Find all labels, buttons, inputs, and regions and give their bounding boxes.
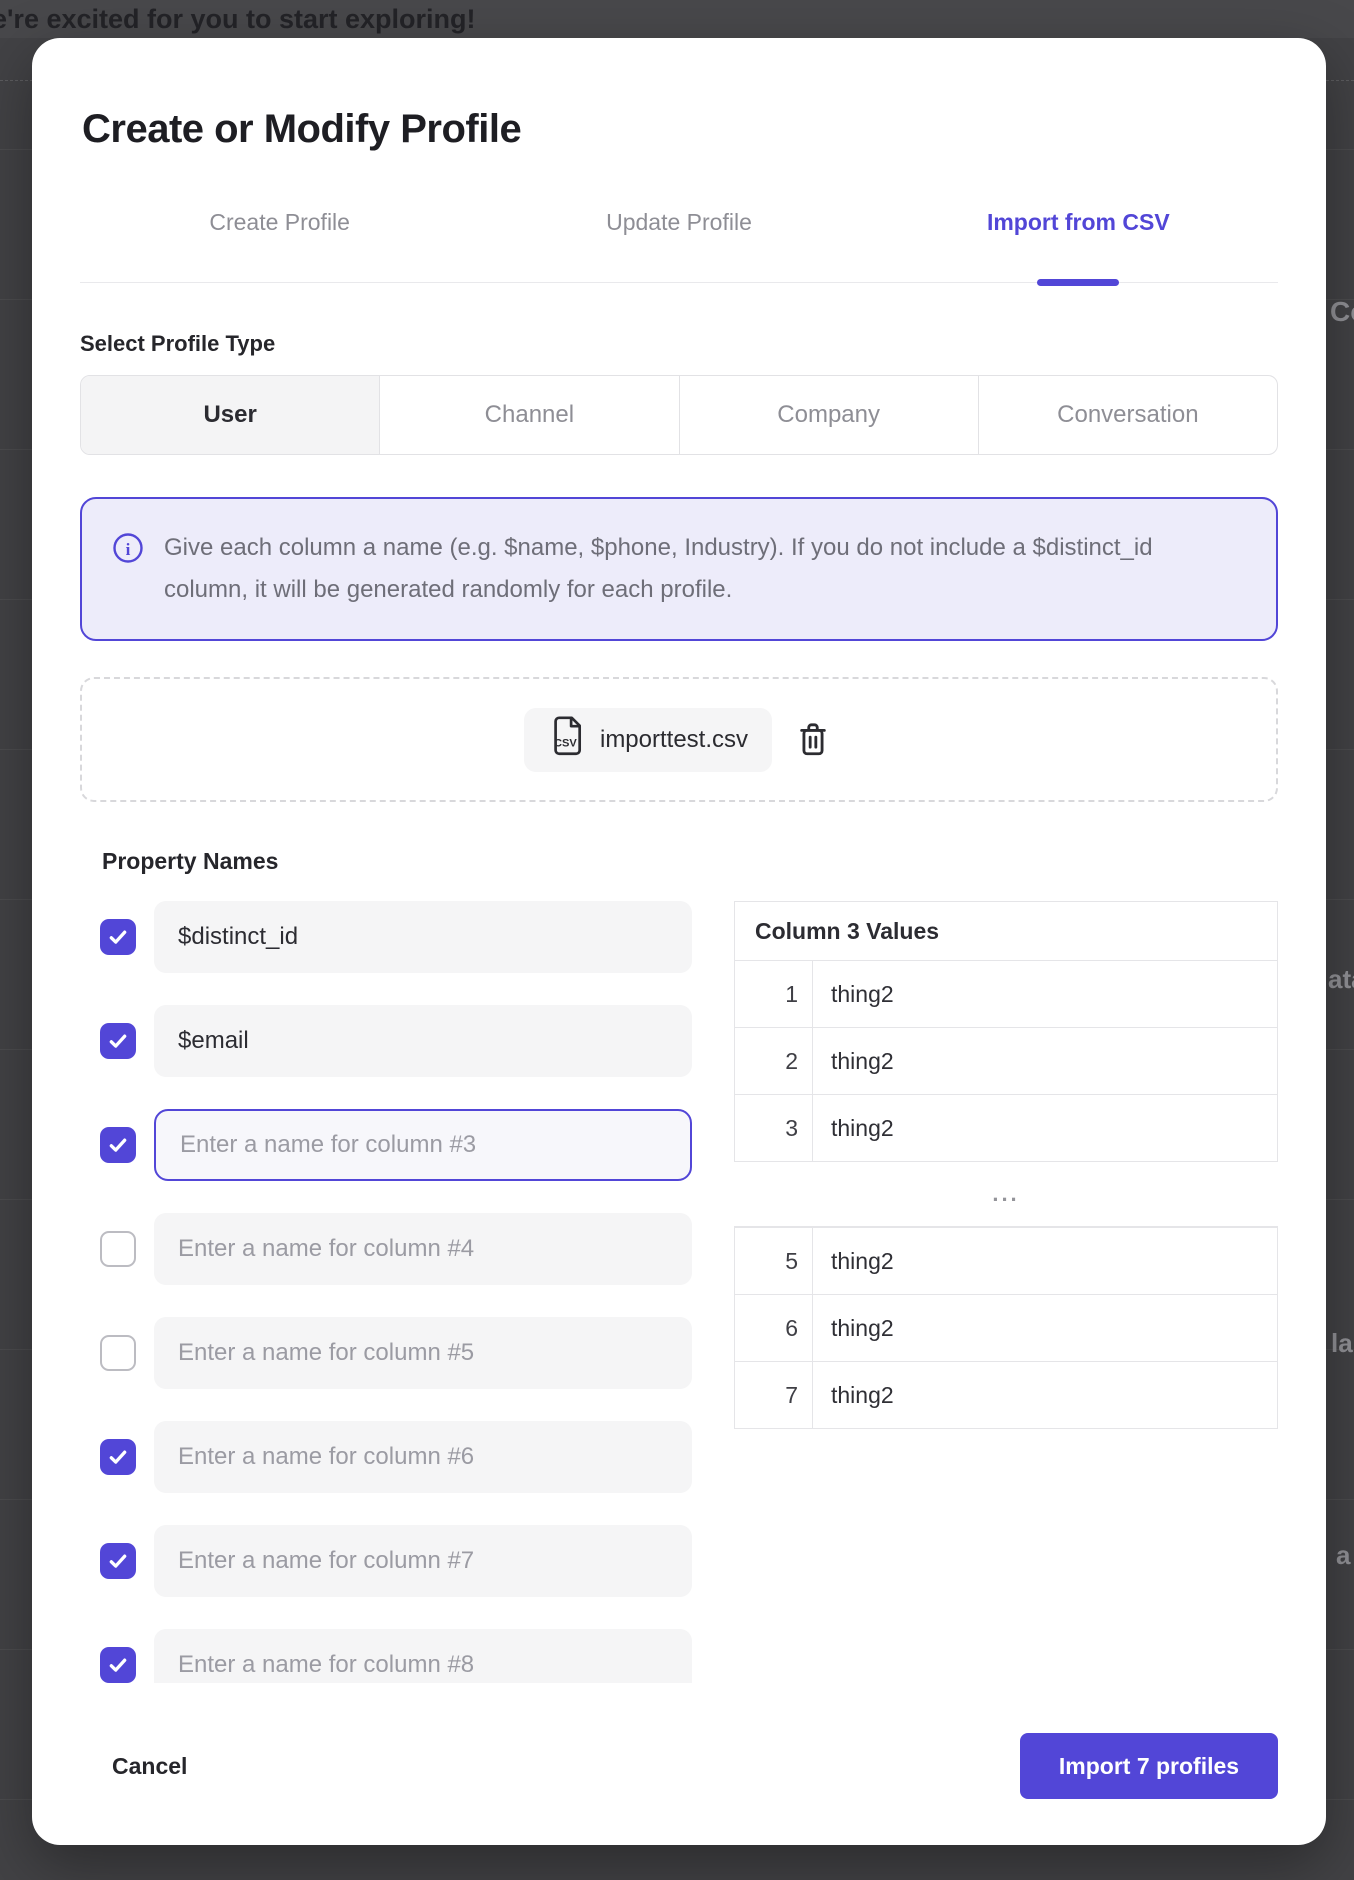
file-dropzone[interactable]: CSV importtest.csv	[80, 677, 1278, 802]
column-checkbox-5[interactable]	[100, 1335, 136, 1371]
trash-icon	[796, 747, 830, 762]
column-name-input-3[interactable]	[154, 1109, 692, 1181]
background-page-text: e're excited for you to start exploring!	[0, 4, 476, 35]
property-row-2	[100, 1005, 692, 1077]
tab-create-profile[interactable]: Create Profile	[80, 206, 479, 282]
row-value: thing2	[813, 1095, 894, 1161]
column-name-input-7[interactable]	[154, 1525, 692, 1597]
svg-text:CSV: CSV	[554, 737, 577, 749]
column-checkbox-4[interactable]	[100, 1231, 136, 1267]
column-checkbox-3[interactable]	[100, 1127, 136, 1163]
column-values-panel: Column 3 Values 1thing22thing23thing2 ..…	[734, 901, 1278, 1683]
property-names-heading: Property Names	[102, 848, 1278, 875]
background-text-fragment: a	[1336, 1540, 1350, 1571]
property-row-3	[100, 1109, 692, 1181]
column-values-table-bottom: 5thing26thing27thing2	[734, 1226, 1278, 1429]
property-row-4	[100, 1213, 692, 1285]
column-name-input-2[interactable]	[154, 1005, 692, 1077]
column-values-table-top: Column 3 Values 1thing22thing23thing2	[734, 901, 1278, 1162]
modal-footer: Cancel Import 7 profiles	[106, 1733, 1278, 1799]
row-number: 2	[735, 1028, 813, 1094]
profile-type-label: Select Profile Type	[80, 331, 1278, 357]
column-checkbox-8[interactable]	[100, 1647, 136, 1683]
profile-type-option-company[interactable]: Company	[679, 376, 978, 454]
tab-update-profile[interactable]: Update Profile	[479, 206, 878, 282]
create-or-modify-profile-modal: Create or Modify Profile Create Profile …	[32, 38, 1326, 1845]
value-row: 1thing2	[735, 960, 1277, 1027]
tab-import-from-csv[interactable]: Import from CSV	[879, 206, 1278, 282]
info-banner-text: Give each column a name (e.g. $name, $ph…	[164, 527, 1154, 611]
profile-type-option-channel[interactable]: Channel	[379, 376, 678, 454]
uploaded-file-chip: CSV importtest.csv	[524, 708, 772, 772]
profile-type-option-conversation[interactable]: Conversation	[978, 376, 1277, 454]
property-row-1	[100, 901, 692, 973]
profile-type-selector: User Channel Company Conversation	[80, 375, 1278, 455]
tab-label: Import from CSV	[987, 209, 1170, 235]
value-row: 6thing2	[735, 1294, 1277, 1361]
info-banner: i Give each column a name (e.g. $name, $…	[80, 497, 1278, 641]
import-profiles-button[interactable]: Import 7 profiles	[1020, 1733, 1278, 1799]
value-row: 7thing2	[735, 1361, 1277, 1428]
property-row-7	[100, 1525, 692, 1597]
property-name-list	[80, 901, 692, 1683]
property-row-6	[100, 1421, 692, 1493]
property-row-8	[100, 1629, 692, 1683]
row-value: thing2	[813, 1228, 894, 1294]
column-checkbox-2[interactable]	[100, 1023, 136, 1059]
active-tab-indicator	[1037, 279, 1119, 286]
row-number: 3	[735, 1095, 813, 1161]
uploaded-file-name: importtest.csv	[600, 726, 748, 754]
svg-text:i: i	[126, 540, 131, 559]
mapping-area: Column 3 Values 1thing22thing23thing2 ..…	[80, 901, 1278, 1683]
column-checkbox-1[interactable]	[100, 919, 136, 955]
tab-bar: Create Profile Update Profile Import fro…	[80, 206, 1278, 283]
column-checkbox-7[interactable]	[100, 1543, 136, 1579]
remove-file-button[interactable]	[792, 717, 834, 763]
row-number: 5	[735, 1228, 813, 1294]
rows-ellipsis: ...	[734, 1162, 1278, 1226]
cancel-button[interactable]: Cancel	[106, 1752, 193, 1781]
row-number: 7	[735, 1362, 813, 1428]
row-value: thing2	[813, 1362, 894, 1428]
modal-title: Create or Modify Profile	[82, 104, 1278, 154]
row-number: 1	[735, 961, 813, 1027]
column-name-input-5[interactable]	[154, 1317, 692, 1389]
csv-file-icon: CSV	[548, 715, 586, 764]
column-name-input-1[interactable]	[154, 901, 692, 973]
row-number: 6	[735, 1295, 813, 1361]
background-text-fragment: ata	[1328, 964, 1354, 995]
row-value: thing2	[813, 1028, 894, 1094]
column-name-input-8[interactable]	[154, 1629, 692, 1683]
value-row: 2thing2	[735, 1027, 1277, 1094]
column-checkbox-6[interactable]	[100, 1439, 136, 1475]
row-value: thing2	[813, 961, 894, 1027]
row-value: thing2	[813, 1295, 894, 1361]
column-values-header: Column 3 Values	[735, 902, 1277, 960]
column-name-input-6[interactable]	[154, 1421, 692, 1493]
property-row-5	[100, 1317, 692, 1389]
background-text-fragment: Col	[1330, 296, 1354, 328]
value-row: 5thing2	[735, 1227, 1277, 1294]
background-page-topbar: e're excited for you to start exploring!	[0, 0, 1354, 38]
profile-type-option-user[interactable]: User	[81, 376, 379, 454]
info-circle-icon: i	[112, 532, 144, 569]
column-name-input-4[interactable]	[154, 1213, 692, 1285]
background-text-fragment: lal	[1331, 1328, 1354, 1359]
value-row: 3thing2	[735, 1094, 1277, 1161]
